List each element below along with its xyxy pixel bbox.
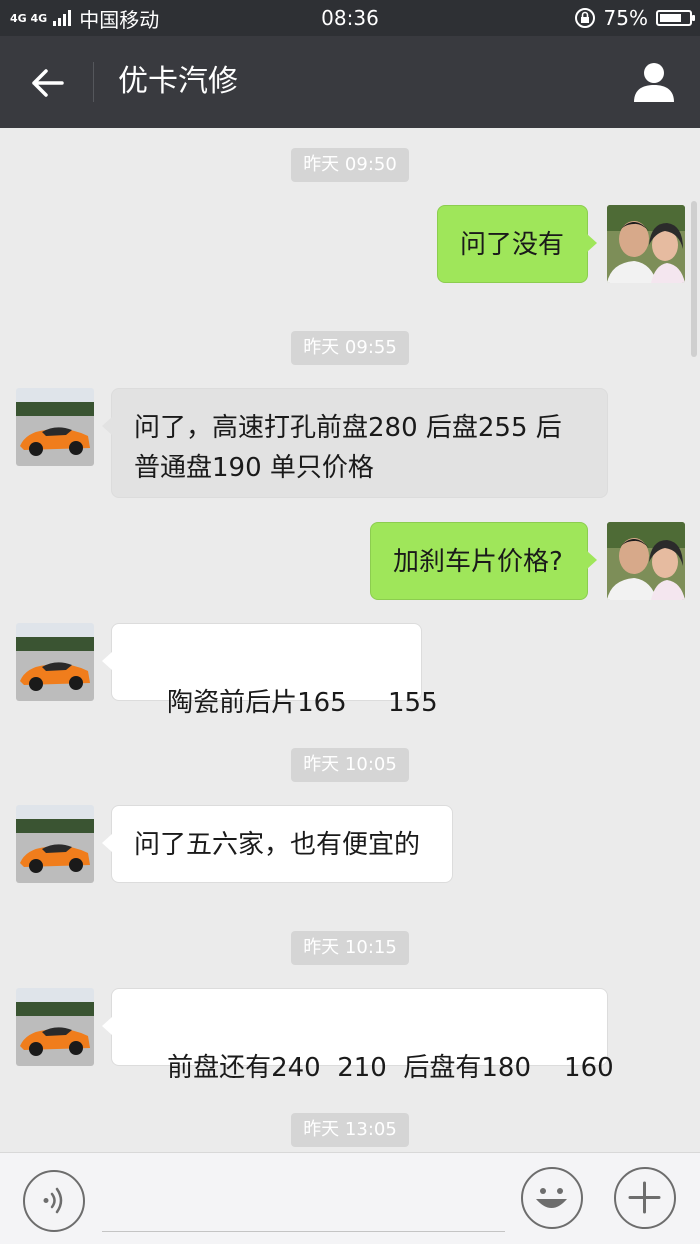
battery-percent: 75% — [603, 6, 648, 30]
emoji-icon — [536, 1188, 567, 1208]
message-input[interactable] — [102, 1173, 505, 1232]
sent-message[interactable]: 问了没有 — [437, 205, 597, 283]
contact-avatar[interactable] — [16, 623, 94, 701]
status-right: 75% — [574, 0, 695, 36]
header-divider — [93, 62, 94, 102]
input-bar — [0, 1152, 700, 1244]
emoji-button[interactable] — [521, 1167, 583, 1229]
received-message[interactable]: 问了，高速打孔前盘280 后盘255 后普通盘190 单只价格 — [102, 388, 608, 498]
message-list[interactable]: 昨天 09:50 问了没有 昨天 09:55 问了，高速打孔前盘280 后盘25 — [0, 128, 700, 1152]
profile-icon[interactable] — [630, 58, 678, 106]
message-timestamp: 昨天 13:05 — [0, 1113, 700, 1147]
rotation-lock-icon — [574, 8, 595, 28]
car-photo — [16, 805, 94, 883]
status-bar: 4G 4G 中国移动 08:36 75% — [0, 0, 700, 36]
received-message[interactable]: 陶瓷前后片165 155 — [102, 623, 438, 718]
scrollbar[interactable] — [691, 201, 697, 357]
message-timestamp: 昨天 09:55 — [0, 331, 700, 365]
chat-header: 优卡汽修 — [0, 36, 700, 128]
contact-avatar[interactable] — [16, 805, 94, 883]
user-photo — [607, 205, 685, 283]
message-timestamp: 昨天 09:50 — [0, 148, 700, 182]
user-avatar[interactable] — [607, 205, 685, 283]
received-message[interactable]: 前盘还有240 210 后盘有180 160 — [102, 988, 614, 1083]
car-photo — [16, 388, 94, 466]
user-photo — [607, 522, 685, 600]
battery-level — [660, 14, 681, 22]
user-avatar[interactable] — [607, 522, 685, 600]
car-photo — [16, 623, 94, 701]
chat-title: 优卡汽修 — [118, 64, 238, 99]
back-arrow-icon[interactable] — [24, 60, 70, 106]
voice-button[interactable] — [23, 1170, 85, 1232]
contact-avatar[interactable] — [16, 988, 94, 1066]
message-timestamp: 昨天 10:05 — [0, 748, 700, 782]
sent-message[interactable]: 加刹车片价格? — [370, 522, 597, 600]
battery-icon — [656, 10, 695, 26]
received-message[interactable]: 问了五六家，也有便宜的 — [102, 805, 453, 883]
message-timestamp: 昨天 10:15 — [0, 931, 700, 965]
car-photo — [16, 988, 94, 1066]
voice-icon — [43, 1187, 63, 1214]
plus-icon — [628, 1181, 661, 1214]
add-button[interactable] — [614, 1167, 676, 1229]
contact-avatar[interactable] — [16, 388, 94, 466]
